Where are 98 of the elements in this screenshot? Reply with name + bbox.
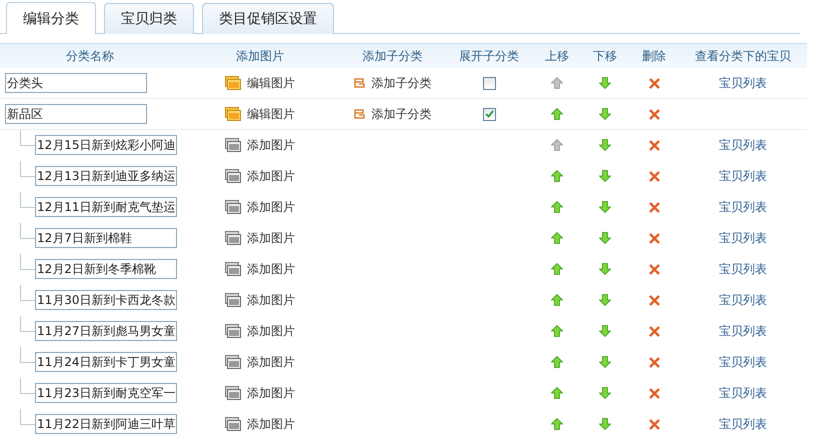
down-arrow-icon[interactable]: [599, 294, 611, 306]
image-link[interactable]: 添加图片: [225, 384, 295, 402]
category-name-field[interactable]: 11月24日新到卡丁男女童: [35, 352, 177, 372]
category-name-field[interactable]: 11月30日新到卡西龙冬款: [35, 290, 177, 310]
folder-icon: [225, 76, 241, 90]
category-name-field[interactable]: 分类头: [5, 73, 147, 93]
column-header: 删除: [641, 48, 667, 64]
picture-icon: [225, 386, 241, 400]
down-arrow-icon[interactable]: [599, 325, 611, 337]
column-header: 分类名称: [65, 48, 115, 64]
expand-checkbox[interactable]: [482, 108, 496, 120]
image-link[interactable]: 添加图片: [225, 168, 295, 184]
items-list-link[interactable]: 宝贝列表: [719, 260, 767, 278]
down-arrow-icon[interactable]: [599, 263, 611, 275]
down-arrow-icon[interactable]: [599, 139, 611, 151]
expand-checkbox[interactable]: [482, 76, 496, 90]
delete-icon[interactable]: [648, 170, 660, 182]
category-name-field[interactable]: 11月22日新到阿迪三叶草: [35, 414, 177, 434]
items-list-link[interactable]: 宝贝列表: [719, 230, 767, 246]
delete-icon[interactable]: [648, 294, 660, 306]
category-name-field[interactable]: 12月11日新到耐克气垫运: [35, 197, 177, 217]
picture-icon: [225, 293, 241, 307]
image-link[interactable]: 编辑图片: [225, 106, 295, 122]
picture-icon: [225, 138, 241, 152]
down-arrow-icon[interactable]: [599, 418, 611, 430]
picture-icon: [225, 231, 241, 245]
down-arrow-icon[interactable]: [599, 170, 611, 182]
folder-icon: [225, 107, 241, 121]
items-list-link[interactable]: 宝贝列表: [719, 354, 767, 370]
delete-icon[interactable]: [648, 388, 660, 398]
column-header: 下移: [592, 48, 618, 64]
column-header: 上移: [544, 48, 570, 64]
up-arrow-icon[interactable]: [551, 170, 563, 182]
category-name-field[interactable]: 11月27日新到彪马男女童: [35, 321, 177, 341]
image-link[interactable]: 添加图片: [225, 292, 295, 308]
delete-icon[interactable]: [648, 108, 660, 120]
tab[interactable]: 类目促销区设置: [202, 3, 334, 34]
column-header: 展开子分类: [458, 48, 520, 64]
image-link[interactable]: 添加图片: [225, 354, 295, 370]
category-name-field[interactable]: 12月2日新到冬季棉靴: [35, 259, 177, 279]
up-arrow-icon[interactable]: [551, 263, 563, 275]
category-name-field[interactable]: 新品区: [5, 104, 147, 124]
tree-icon: [354, 78, 366, 88]
image-link[interactable]: 添加图片: [225, 230, 295, 246]
items-list-link[interactable]: 宝贝列表: [719, 384, 767, 402]
up-arrow-icon[interactable]: [551, 418, 563, 430]
down-arrow-icon[interactable]: [599, 108, 611, 120]
down-arrow-icon[interactable]: [599, 387, 611, 399]
tab[interactable]: 编辑分类: [6, 2, 96, 34]
column-header: 添加图片: [235, 48, 285, 64]
tree-icon: [354, 108, 366, 120]
up-arrow-icon[interactable]: [551, 356, 563, 368]
up-arrow-icon[interactable]: [551, 294, 563, 306]
picture-icon: [225, 324, 241, 338]
image-link[interactable]: 添加图片: [225, 198, 295, 216]
column-header: 添加子分类: [362, 48, 424, 64]
down-arrow-icon[interactable]: [599, 232, 611, 244]
image-link[interactable]: 编辑图片: [225, 74, 295, 92]
category-name-field[interactable]: 12月15日新到炫彩小阿迪: [35, 135, 177, 155]
up-arrow-icon[interactable]: [551, 387, 563, 399]
items-list-link[interactable]: 宝贝列表: [719, 136, 767, 154]
category-name-field[interactable]: 12月7日新到棉鞋: [35, 228, 177, 248]
tab[interactable]: 宝贝归类: [104, 3, 194, 34]
items-list-link[interactable]: 宝贝列表: [719, 292, 767, 308]
delete-icon[interactable]: [648, 232, 660, 244]
down-arrow-icon[interactable]: [599, 356, 611, 368]
delete-icon[interactable]: [648, 202, 660, 212]
image-link[interactable]: 添加图片: [225, 136, 295, 154]
picture-icon: [225, 169, 241, 183]
items-list-link[interactable]: 宝贝列表: [719, 416, 767, 432]
picture-icon: [225, 262, 241, 276]
picture-icon: [225, 200, 241, 214]
image-link[interactable]: 添加图片: [225, 416, 295, 432]
picture-icon: [225, 355, 241, 369]
delete-icon[interactable]: [648, 356, 660, 368]
down-arrow-icon[interactable]: [599, 201, 611, 213]
image-link[interactable]: 添加图片: [225, 260, 295, 278]
up-arrow-icon[interactable]: [551, 325, 563, 337]
picture-icon: [225, 417, 241, 431]
up-arrow-icon[interactable]: [551, 201, 563, 213]
column-header: 查看分类下的宝贝: [694, 48, 792, 64]
up-arrow-icon[interactable]: [551, 108, 563, 120]
category-name-field[interactable]: 12月13日新到迪亚多纳运: [35, 166, 177, 186]
category-name-field[interactable]: 11月23日新到耐克空军一: [35, 383, 177, 403]
items-list-link[interactable]: 宝贝列表: [719, 322, 767, 340]
image-link[interactable]: 添加图片: [225, 322, 295, 340]
items-list-link[interactable]: 宝贝列表: [719, 168, 767, 184]
delete-icon[interactable]: [648, 140, 660, 150]
items-list-link[interactable]: 宝贝列表: [719, 74, 767, 92]
delete-icon[interactable]: [648, 78, 660, 88]
down-arrow-icon[interactable]: [599, 77, 611, 89]
add-subcategory-link[interactable]: 添加子分类: [354, 106, 432, 122]
delete-icon[interactable]: [648, 326, 660, 336]
delete-icon[interactable]: [648, 418, 660, 430]
delete-icon[interactable]: [648, 264, 660, 274]
items-list-link[interactable]: 宝贝列表: [719, 198, 767, 216]
up-arrow-icon[interactable]: [551, 232, 563, 244]
add-subcategory-link[interactable]: 添加子分类: [354, 74, 432, 92]
